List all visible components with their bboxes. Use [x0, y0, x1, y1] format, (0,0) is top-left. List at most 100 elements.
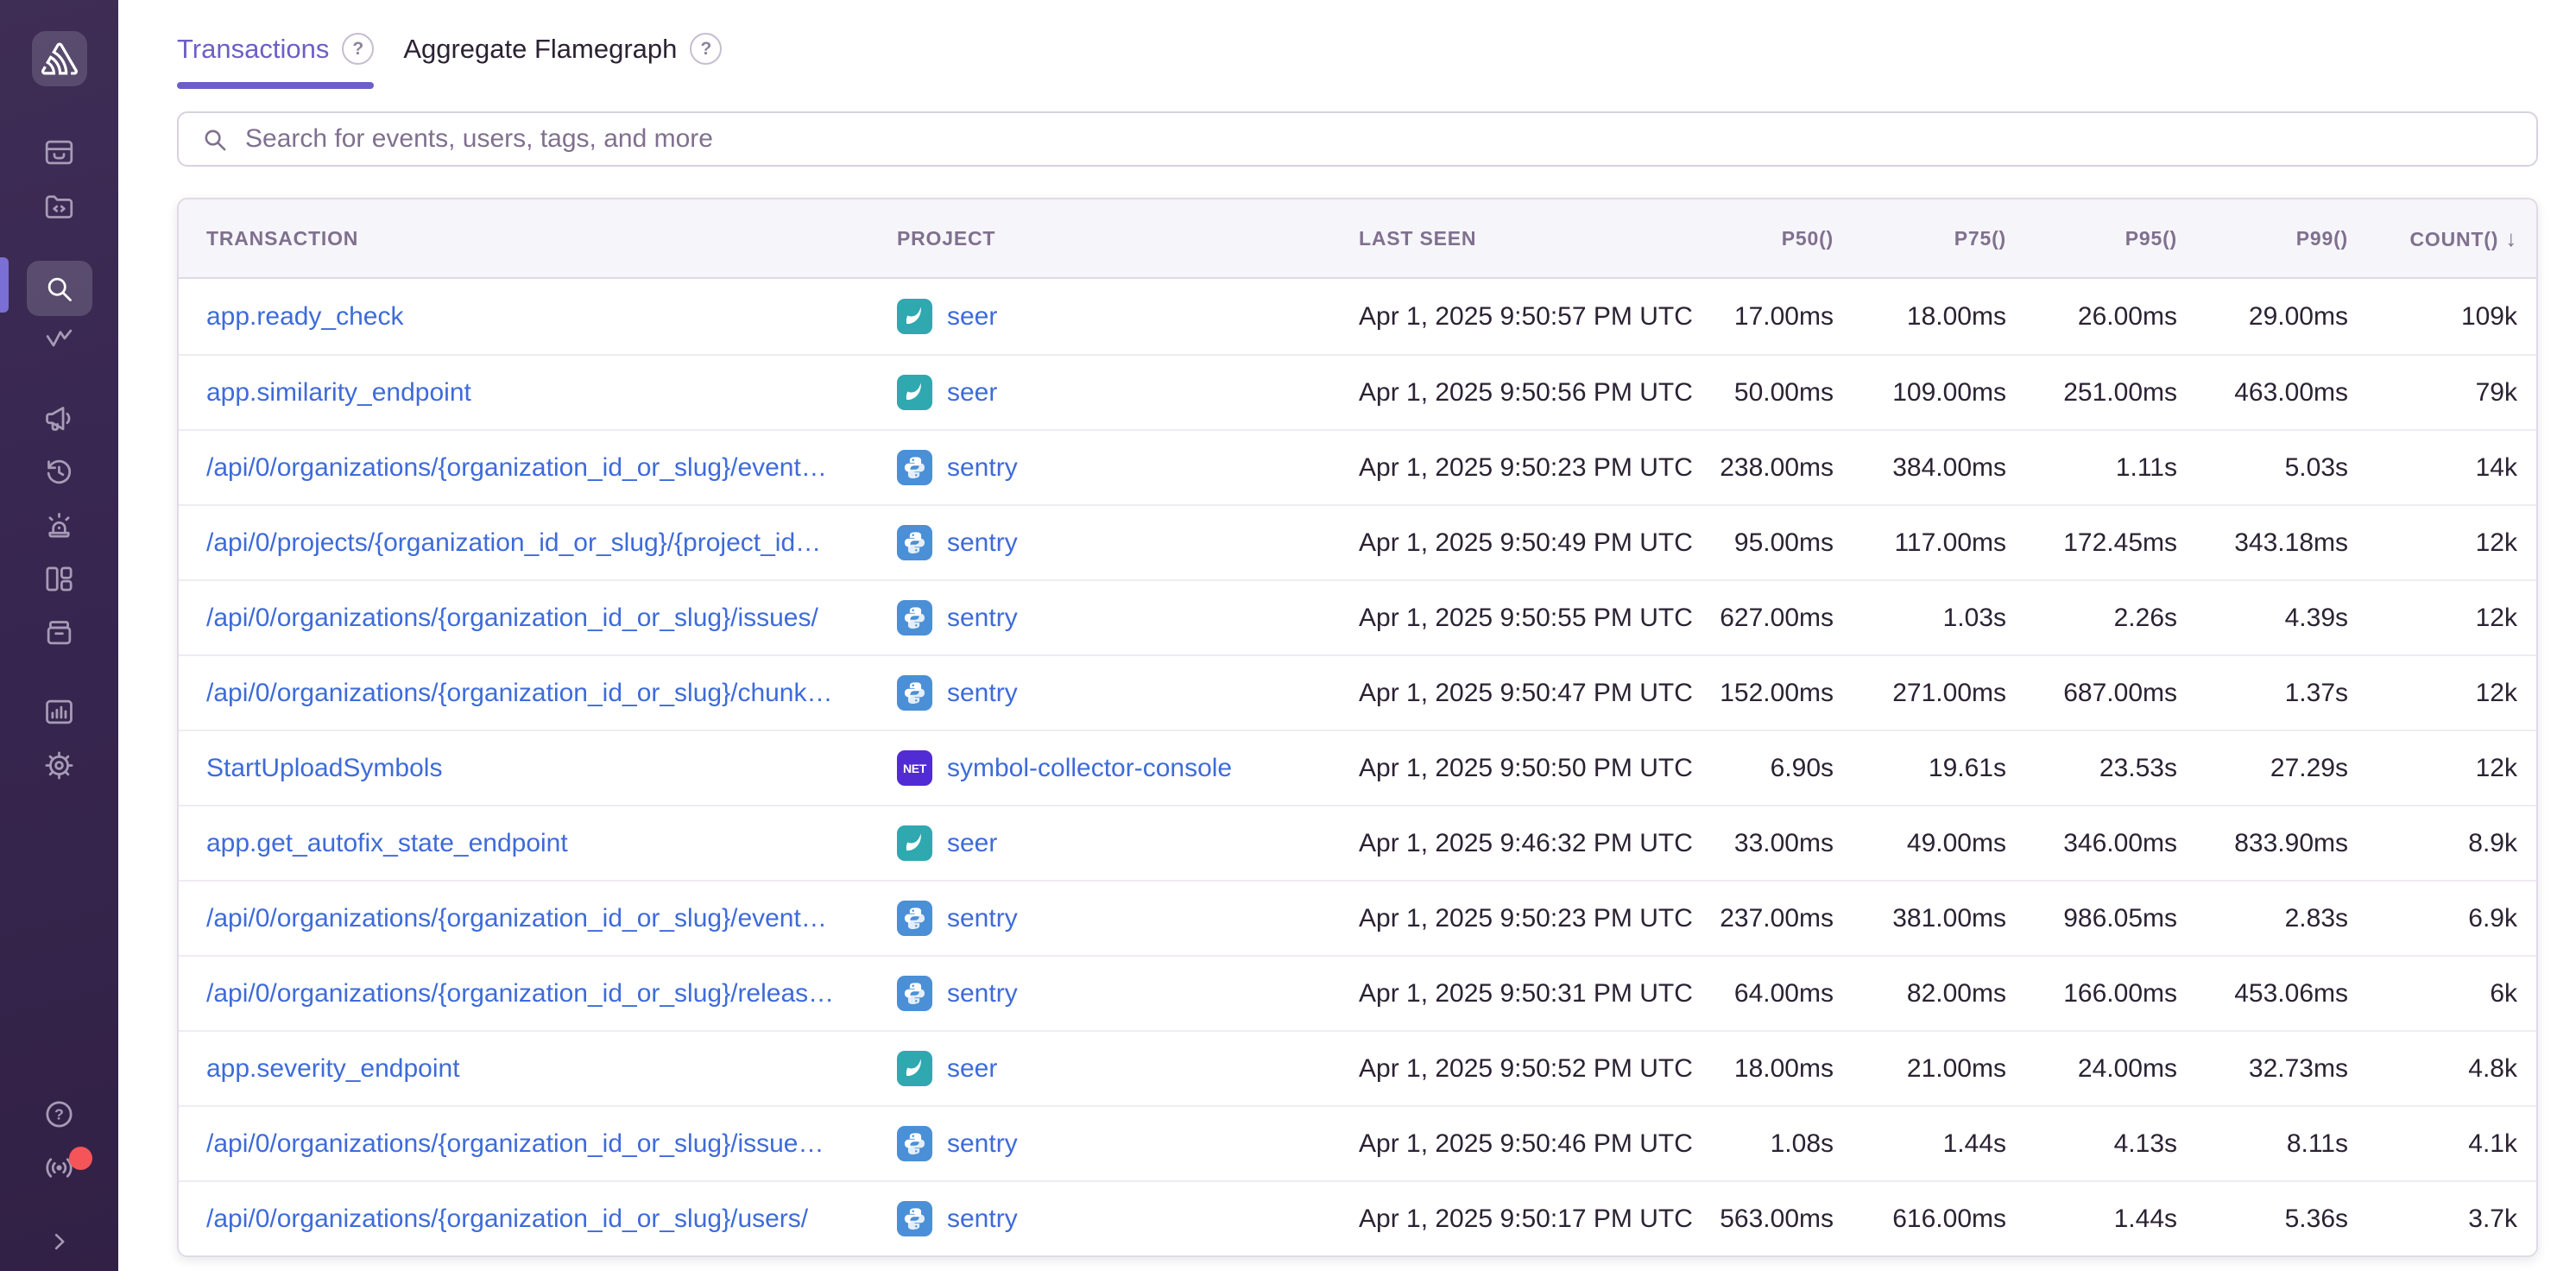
sidebar-nav [0, 123, 118, 789]
project-link[interactable]: seer [947, 378, 997, 408]
project-link[interactable]: seer [947, 829, 997, 858]
project-link[interactable]: seer [947, 302, 997, 332]
last-seen-value: Apr 1, 2025 9:50:46 PM UTC [1359, 1129, 1695, 1159]
project-link[interactable]: sentry [947, 453, 1018, 483]
p99-value: 833.90ms [2177, 829, 2348, 858]
tab-aggregate-flamegraph-label: Aggregate Flamegraph [403, 34, 677, 65]
p75-value: 1.03s [1834, 604, 2006, 633]
main-content: Transactions ? Aggregate Flamegraph ? TR… [118, 33, 2576, 1257]
transaction-link[interactable]: /api/0/organizations/{organization_id_or… [206, 904, 827, 933]
p95-value: 4.13s [2006, 1129, 2177, 1159]
project-link[interactable]: sentry [947, 1129, 1018, 1159]
count-value: 3.7k [2348, 1205, 2517, 1234]
count-value: 4.1k [2348, 1129, 2517, 1159]
p75-value: 109.00ms [1834, 378, 2006, 408]
column-header-last-seen[interactable]: LAST SEEN [1359, 227, 1695, 250]
transaction-link[interactable]: /api/0/organizations/{organization_id_or… [206, 979, 834, 1008]
sidebar-item-replays-history[interactable] [0, 447, 118, 496]
p99-value: 343.18ms [2177, 528, 2348, 558]
p50-value: 18.00ms [1695, 1054, 1834, 1084]
sentry-logo-icon [41, 41, 78, 77]
p99-value: 5.36s [2177, 1205, 2348, 1234]
column-header-label: LAST SEEN [1359, 227, 1476, 250]
last-seen-value: Apr 1, 2025 9:50:47 PM UTC [1359, 679, 1695, 708]
p99-value: 4.39s [2177, 604, 2348, 633]
tab-aggregate-flamegraph[interactable]: Aggregate Flamegraph ? [403, 33, 722, 89]
transaction-link[interactable]: /api/0/organizations/{organization_id_or… [206, 453, 827, 482]
sidebar-item-help[interactable]: ? [0, 1090, 118, 1138]
sentry-logo[interactable] [32, 31, 87, 86]
sidebar-item-broadcast[interactable] [0, 1143, 118, 1192]
sidebar-item-feedback-megaphone[interactable] [0, 394, 118, 442]
p95-value: 687.00ms [2006, 679, 2177, 708]
last-seen-value: Apr 1, 2025 9:46:32 PM UTC [1359, 829, 1695, 858]
last-seen-value: Apr 1, 2025 9:50:52 PM UTC [1359, 1054, 1695, 1084]
sidebar-item-projects[interactable] [0, 181, 118, 230]
transaction-link[interactable]: app.get_autofix_state_endpoint [206, 829, 568, 857]
sidebar-item-stats[interactable] [0, 687, 118, 736]
project-link[interactable]: sentry [947, 528, 1018, 558]
p50-value: 238.00ms [1695, 453, 1834, 483]
table-body: app.ready_checkseerApr 1, 2025 9:50:57 P… [179, 279, 2536, 1255]
search-bar [177, 111, 2538, 167]
transaction-link[interactable]: /api/0/organizations/{organization_id_or… [206, 679, 833, 707]
sidebar-item-issues[interactable] [0, 128, 118, 176]
help-question-icon[interactable]: ? [342, 33, 374, 65]
column-header-p50[interactable]: P50() [1695, 227, 1834, 250]
p50-value: 95.00ms [1695, 528, 1834, 558]
sidebar-item-releases-archive[interactable] [0, 608, 118, 656]
column-header-project[interactable]: PROJECT [897, 227, 1359, 250]
python-icon [897, 901, 932, 936]
sidebar-item-explore-search[interactable] [0, 261, 118, 309]
count-value: 14k [2348, 453, 2517, 483]
column-header-p75[interactable]: P75() [1834, 227, 2006, 250]
transaction-link[interactable]: app.similarity_endpoint [206, 378, 471, 407]
project-link[interactable]: sentry [947, 604, 1018, 633]
help-question-icon[interactable]: ? [690, 33, 722, 65]
project-link[interactable]: sentry [947, 679, 1018, 708]
table-row: /api/0/organizations/{organization_id_or… [179, 654, 2536, 730]
column-header-p99[interactable]: P99() [2177, 227, 2348, 250]
tab-transactions[interactable]: Transactions ? [177, 33, 374, 89]
sidebar-item-dashboards[interactable] [0, 554, 118, 603]
transaction-link[interactable]: /api/0/organizations/{organization_id_or… [206, 1205, 808, 1233]
column-header-p95[interactable]: P95() [2006, 227, 2177, 250]
count-value: 12k [2348, 604, 2517, 633]
sidebar-item-settings-gear[interactable] [0, 741, 118, 789]
column-header-transaction[interactable]: TRANSACTION [206, 227, 897, 250]
p95-value: 2.26s [2006, 604, 2177, 633]
p50-value: 563.00ms [1695, 1205, 1834, 1234]
project-link[interactable]: sentry [947, 904, 1018, 933]
column-header-count[interactable]: COUNT()↓ [2348, 225, 2517, 252]
last-seen-value: Apr 1, 2025 9:50:56 PM UTC [1359, 378, 1695, 408]
project-link[interactable]: symbol-collector-console [947, 754, 1232, 783]
p95-value: 23.53s [2006, 754, 2177, 783]
transaction-link[interactable]: /api/0/organizations/{organization_id_or… [206, 604, 818, 632]
count-value: 6.9k [2348, 904, 2517, 933]
last-seen-value: Apr 1, 2025 9:50:57 PM UTC [1359, 302, 1695, 332]
sidebar-item-traces[interactable] [0, 314, 118, 363]
python-icon [897, 976, 932, 1011]
transaction-link[interactable]: /api/0/projects/{organization_id_or_slug… [206, 528, 821, 557]
python-icon [897, 675, 932, 711]
search-input[interactable] [243, 123, 2514, 155]
table-row: /api/0/organizations/{organization_id_or… [179, 955, 2536, 1030]
table-row: app.severity_endpoint seer Apr 1, 2025 9:5… [179, 1030, 2536, 1105]
p95-value: 172.45ms [2006, 528, 2177, 558]
p95-value: 26.00ms [2006, 302, 2177, 332]
transaction-link[interactable]: /api/0/organizations/{organization_id_or… [206, 1129, 824, 1158]
transaction-link[interactable]: StartUploadSymbols [206, 754, 442, 782]
sidebar-item-alerts-siren[interactable] [0, 501, 118, 549]
p99-value: 2.83s [2177, 904, 2348, 933]
last-seen-value: Apr 1, 2025 9:50:23 PM UTC [1359, 453, 1695, 483]
p50-value: 6.90s [1695, 754, 1834, 783]
p50-value: 627.00ms [1695, 604, 1834, 633]
transaction-link[interactable]: app.ready_check [206, 302, 404, 331]
transaction-link[interactable]: app.severity_endpoint [206, 1054, 460, 1083]
project-link[interactable]: seer [947, 1054, 997, 1084]
project-link[interactable]: sentry [947, 979, 1018, 1009]
project-link[interactable]: sentry [947, 1205, 1018, 1234]
collapse-chevron-icon[interactable] [0, 1221, 118, 1262]
notification-badge [69, 1147, 92, 1170]
count-value: 12k [2348, 754, 2517, 783]
